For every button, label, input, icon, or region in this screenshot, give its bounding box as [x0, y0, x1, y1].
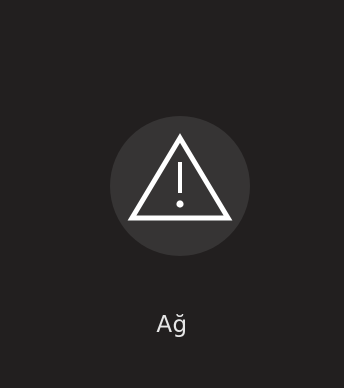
tile-label: Ağ [156, 312, 188, 338]
warning-triangle-icon [127, 133, 233, 221]
screen: Ağ [0, 0, 349, 392]
network-tile[interactable]: Ağ [0, 0, 344, 388]
icon-circle [110, 116, 250, 256]
